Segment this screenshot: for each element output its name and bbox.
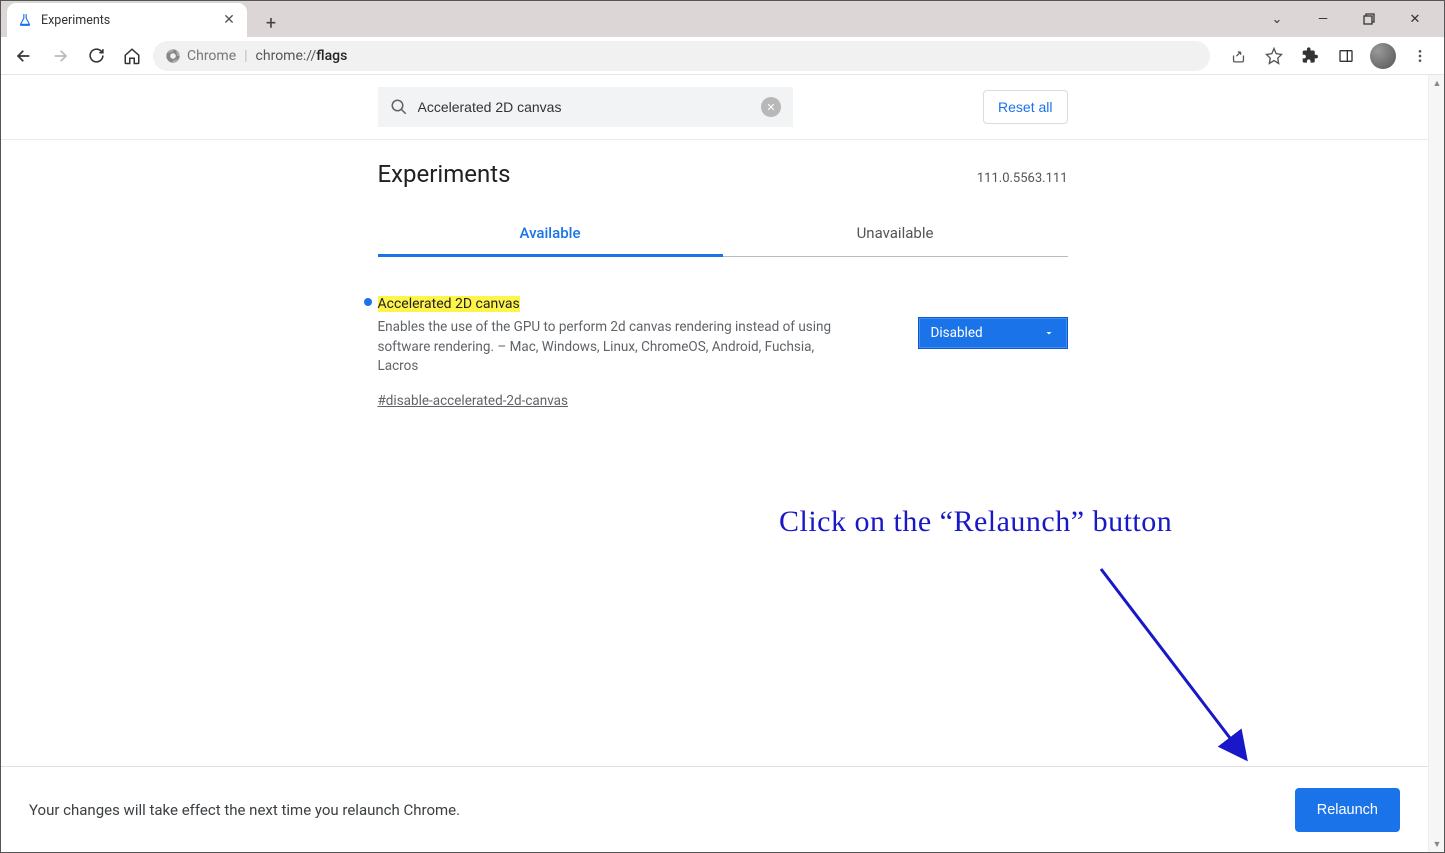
omnibox-prefix: Chrome [187, 48, 236, 64]
site-info-icon[interactable]: Chrome [165, 48, 236, 64]
new-tab-button[interactable]: + [257, 9, 285, 37]
relaunch-button[interactable]: Relaunch [1295, 788, 1400, 832]
scroll-down-icon[interactable]: ▼ [1429, 836, 1445, 852]
flask-icon [17, 12, 33, 28]
tab-unavailable[interactable]: Unavailable [723, 212, 1068, 257]
maximize-icon[interactable] [1346, 4, 1392, 34]
version-label: 111.0.5563.111 [977, 171, 1068, 186]
flags-tabs: Available Unavailable [378, 212, 1068, 257]
scrollbar[interactable]: ▲ ▼ [1428, 75, 1444, 852]
page-content: ✕ Reset all Experiments 111.0.5563.111 A… [1, 75, 1444, 852]
close-icon[interactable]: ✕ [221, 12, 237, 28]
search-icon [390, 98, 408, 116]
flag-item: Accelerated 2D canvas Enables the use of… [378, 293, 1068, 409]
bookmark-icon[interactable] [1258, 41, 1290, 71]
minimize-icon[interactable]: ― [1300, 4, 1346, 34]
flag-title: Accelerated 2D canvas [378, 296, 520, 312]
relaunch-bar: Your changes will take effect the next t… [1, 766, 1428, 852]
tab-available[interactable]: Available [378, 212, 723, 257]
share-icon[interactable] [1222, 41, 1254, 71]
menu-icon[interactable] [1404, 41, 1436, 71]
reset-all-button[interactable]: Reset all [983, 90, 1067, 124]
search-input[interactable] [418, 99, 752, 115]
flags-search-bar: ✕ Reset all [1, 75, 1444, 140]
close-window-icon[interactable]: ✕ [1392, 4, 1438, 34]
address-bar[interactable]: Chrome | chrome://flags [153, 41, 1210, 71]
reload-button[interactable] [81, 41, 111, 71]
clear-search-icon[interactable]: ✕ [761, 97, 781, 117]
flag-select-value: Disabled [931, 325, 983, 341]
forward-button[interactable] [45, 41, 75, 71]
browser-toolbar: Chrome | chrome://flags [1, 37, 1444, 75]
chevron-down-icon [1043, 327, 1055, 339]
flag-anchor-link[interactable]: #disable-accelerated-2d-canvas [378, 393, 568, 409]
browser-tab[interactable]: Experiments ✕ [7, 3, 247, 37]
flag-description: Enables the use of the GPU to perform 2d… [378, 318, 858, 377]
window-controls: ⌄ ― ✕ [1254, 1, 1438, 37]
extensions-icon[interactable] [1294, 41, 1326, 71]
modified-dot-icon [364, 298, 372, 306]
sidepanel-icon[interactable] [1330, 41, 1362, 71]
search-box[interactable]: ✕ [378, 87, 794, 127]
omnibox-url: chrome://flags [256, 48, 348, 64]
tab-strip: Experiments ✕ + ⌄ ― ✕ [1, 1, 1444, 37]
chevron-down-icon[interactable]: ⌄ [1254, 4, 1300, 34]
flag-state-select[interactable]: Disabled [918, 317, 1068, 349]
relaunch-message: Your changes will take effect the next t… [29, 801, 460, 819]
scroll-up-icon[interactable]: ▲ [1429, 75, 1445, 91]
page-title: Experiments [378, 160, 511, 188]
back-button[interactable] [9, 41, 39, 71]
home-button[interactable] [117, 41, 147, 71]
omnibox-divider: | [244, 48, 247, 64]
profile-avatar[interactable] [1370, 43, 1396, 69]
tab-title: Experiments [41, 13, 110, 28]
